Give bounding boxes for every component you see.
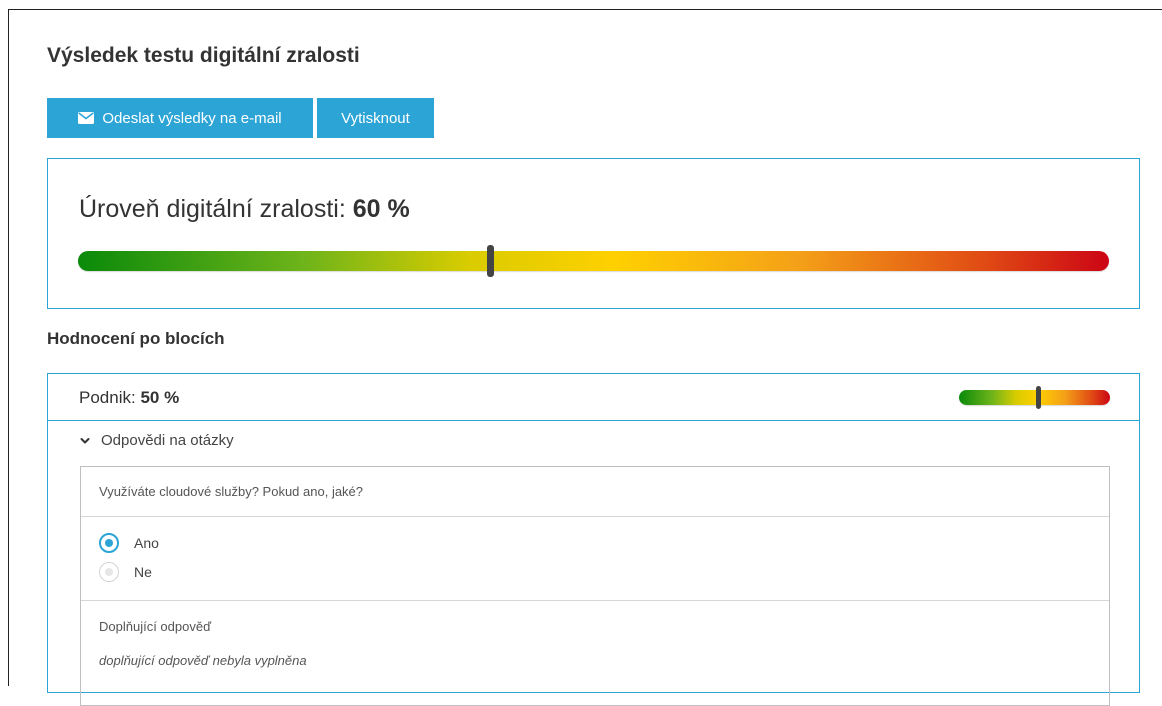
overall-maturity-value: 60 % xyxy=(352,195,410,223)
overall-maturity-gauge xyxy=(78,245,1109,277)
radio-option-ne[interactable]: Ne xyxy=(99,562,152,582)
send-results-email-label: Odeslat výsledky na e-mail xyxy=(102,109,282,127)
block-value: 50 % xyxy=(140,388,180,407)
blocks-section-title: Hodnocení po blocích xyxy=(47,329,225,348)
question-card: Využíváte cloudové služby? Pokud ano, ja… xyxy=(80,466,1110,706)
radio-label-ne: Ne xyxy=(134,564,152,580)
block-header: Podnik: 50 % xyxy=(48,374,1139,421)
extra-answer-label: Doplňující odpověď xyxy=(99,619,212,634)
question-header: Využíváte cloudové služby? Pokud ano, ja… xyxy=(81,467,1109,517)
envelope-icon xyxy=(78,112,95,124)
page-title: Výsledek testu digitální zralosti xyxy=(47,44,360,67)
answers-toggle[interactable]: Odpovědi na otázky xyxy=(79,432,234,449)
answers-toggle-label: Odpovědi na otázky xyxy=(101,432,234,449)
overall-maturity-label: Úroveň digitální zralosti: 60 % xyxy=(79,195,410,224)
question-divider xyxy=(81,600,1109,601)
radio-option-ano[interactable]: Ano xyxy=(99,533,159,553)
block-gauge xyxy=(959,386,1110,409)
chevron-down-icon xyxy=(80,437,90,443)
block-gauge-marker xyxy=(1035,386,1041,409)
extra-answer-value: doplňující odpověď nebyla vyplněna xyxy=(99,653,307,668)
overall-maturity-card: Úroveň digitální zralosti: 60 % xyxy=(47,158,1140,309)
print-button[interactable]: Vytisknout xyxy=(317,98,434,138)
radio-button-unselected[interactable] xyxy=(99,562,119,582)
question-text: Využíváte cloudové služby? Pokud ano, ja… xyxy=(99,484,364,499)
block-label: Podnik: 50 % xyxy=(79,388,179,408)
radio-button-selected[interactable] xyxy=(99,533,119,553)
send-results-email-button[interactable]: Odeslat výsledky na e-mail xyxy=(47,98,313,138)
block-name: Podnik: xyxy=(79,388,136,407)
block-card-podnik: Podnik: 50 % Odpovědi na otázky Využívát… xyxy=(47,373,1140,706)
print-label: Vytisknout xyxy=(341,109,410,127)
overall-maturity-text: Úroveň digitální zralosti: xyxy=(79,195,346,223)
overall-maturity-gauge-marker xyxy=(487,245,495,277)
radio-label-ano: Ano xyxy=(134,535,159,551)
